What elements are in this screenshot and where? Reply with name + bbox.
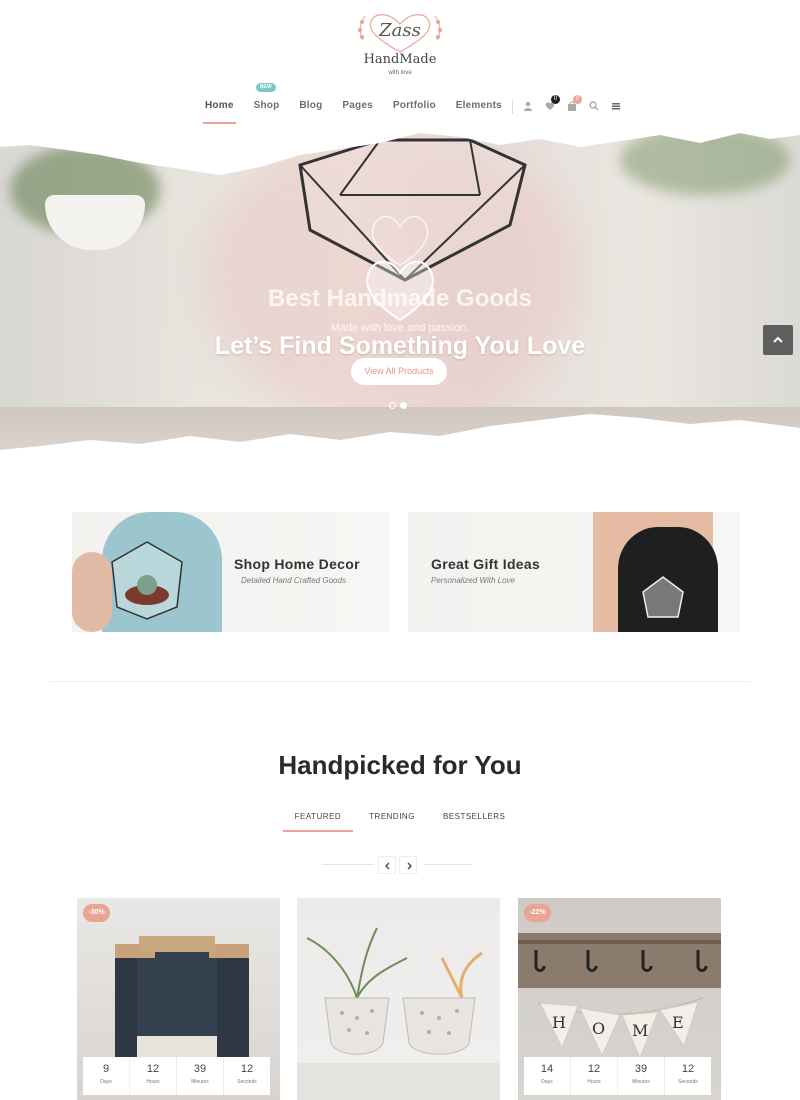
- nav-pages[interactable]: Pages: [342, 96, 372, 124]
- slider-line-left: [322, 864, 374, 865]
- countdown-seconds-label: Seconds: [678, 1079, 698, 1085]
- nav-elements[interactable]: Elements: [456, 96, 502, 124]
- section-title: Handpicked for You: [278, 750, 522, 780]
- chevron-right-icon: [407, 862, 412, 870]
- countdown-days-value: 14: [540, 1063, 554, 1075]
- hero-title: Let’s Find Something You Love: [214, 332, 586, 360]
- site-logo[interactable]: Zass HandMade with love: [355, 10, 445, 78]
- countdown-hours-value: 12: [146, 1063, 160, 1075]
- countdown-minutes-value: 39: [193, 1063, 207, 1075]
- countdown-minutes: 39 Minutes: [618, 1057, 665, 1095]
- cart-count: 0: [572, 95, 582, 104]
- nav-divider: [511, 100, 513, 114]
- countdown-hours: 12 Hours: [571, 1057, 618, 1095]
- logo-tagline: with love: [388, 70, 412, 76]
- countdown-hours-value: 12: [587, 1063, 601, 1075]
- prev-arrow-button[interactable]: [378, 856, 396, 874]
- slider-line-right: [424, 864, 472, 865]
- cart-icon[interactable]: 0: [567, 95, 582, 111]
- hero-subtitle: Best Handmade Goods: [267, 285, 533, 312]
- countdown-seconds-value: 12: [240, 1063, 254, 1075]
- logo-name: HandMade: [363, 52, 437, 67]
- countdown-minutes: 39 Minutes: [177, 1057, 224, 1095]
- nav-portfolio[interactable]: Portfolio: [393, 96, 436, 124]
- wishlist-heart-icon[interactable]: 0: [545, 95, 560, 111]
- countdown-days-label: Days: [541, 1079, 553, 1085]
- geometric-terrarium-image: [642, 576, 684, 618]
- view-all-products-button[interactable]: View All Products: [351, 358, 447, 385]
- nav-shop[interactable]: NEW Shop: [253, 83, 280, 124]
- menu-icon[interactable]: [611, 101, 621, 111]
- countdown-hours-label: Hours: [587, 1079, 601, 1085]
- search-icon[interactable]: [589, 101, 599, 111]
- user-icon[interactable]: [523, 101, 533, 111]
- promo-home-decor[interactable]: Shop Home Decor Detailed Hand Crafted Go…: [72, 512, 390, 632]
- main-nav: Home NEW Shop Blog Pages Portfolio Eleme…: [203, 83, 633, 126]
- promo-title: Great Gift Ideas: [431, 556, 541, 572]
- nav-home[interactable]: Home: [203, 96, 236, 124]
- nav-shop-label: Shop: [253, 100, 280, 111]
- countdown-minutes-label: Minutes: [191, 1079, 209, 1085]
- torn-paper-top: [0, 125, 800, 175]
- sale-badge: -22%: [524, 904, 551, 922]
- promo-title: Shop Home Decor: [234, 556, 360, 572]
- countdown-minutes-label: Minutes: [632, 1079, 650, 1085]
- svg-text:O: O: [592, 1019, 605, 1038]
- countdown-seconds: 12 Seconds: [224, 1057, 270, 1095]
- countdown-days-label: Days: [100, 1079, 112, 1085]
- countdown-days: 14 Days: [524, 1057, 571, 1095]
- countdown-days-value: 9: [102, 1063, 110, 1075]
- tab-bestsellers[interactable]: BESTSELLERS: [443, 812, 505, 832]
- section-divider: [50, 681, 750, 682]
- wishlist-count: 0: [550, 95, 560, 104]
- chevron-left-icon: [385, 862, 390, 870]
- promo-subtitle: Detailed Hand Crafted Goods: [241, 576, 346, 585]
- tab-featured[interactable]: FEATURED: [282, 812, 353, 832]
- countdown-hours: 12 Hours: [130, 1057, 177, 1095]
- succulent-terrarium-image: [111, 541, 183, 620]
- promo-gift-ideas[interactable]: Great Gift Ideas Personalized With Love: [408, 512, 740, 632]
- countdown-timer: 14 Days 12 Hours 39 Minutes 12 Seconds: [524, 1057, 711, 1095]
- product-tabs: FEATURED TRENDING BESTSELLERS: [0, 812, 800, 832]
- product-card[interactable]: -30% 9 Days 12 Hours 39 Minutes 12 Seconds: [77, 898, 280, 1100]
- nav-blog[interactable]: Blog: [299, 96, 322, 124]
- site-header: Zass HandMade with love Home NEW Shop Bl…: [0, 0, 800, 130]
- slider-dot-2[interactable]: [400, 402, 407, 409]
- product-card[interactable]: [297, 898, 500, 1100]
- product-card[interactable]: H O M E -22% 14 Days 12 Hours 39 Minutes 12…: [518, 898, 721, 1100]
- sale-badge: -30%: [83, 904, 110, 922]
- pot-left-image: [45, 195, 145, 250]
- countdown-minutes-value: 39: [634, 1063, 648, 1075]
- svg-text:H: H: [552, 1013, 566, 1032]
- torn-paper-bottom: [0, 414, 800, 470]
- countdown-days: 9 Days: [83, 1057, 130, 1095]
- promo-subtitle: Personalized With Love: [431, 576, 515, 585]
- countdown-seconds-value: 12: [681, 1063, 695, 1075]
- slider-dots: [389, 402, 411, 409]
- air-plant-pots-image: [297, 927, 500, 1100]
- tab-trending[interactable]: TRENDING: [369, 812, 415, 832]
- scroll-to-top-button[interactable]: [763, 325, 793, 355]
- logo-brand: Zass: [379, 20, 421, 41]
- hero-slider: Best Handmade Goods Made with love and p…: [0, 125, 800, 470]
- chevron-up-icon: [773, 336, 783, 343]
- countdown-timer: 9 Days 12 Hours 39 Minutes 12 Seconds: [83, 1057, 270, 1095]
- countdown-seconds-label: Seconds: [237, 1079, 257, 1085]
- next-arrow-button[interactable]: [399, 856, 417, 874]
- slider-dot-1[interactable]: [389, 402, 396, 409]
- svg-text:E: E: [672, 1013, 684, 1032]
- countdown-hours-label: Hours: [146, 1079, 160, 1085]
- svg-text:M: M: [632, 1021, 648, 1040]
- new-badge: NEW: [255, 83, 276, 92]
- jars-image: [115, 936, 249, 1066]
- countdown-seconds: 12 Seconds: [665, 1057, 711, 1095]
